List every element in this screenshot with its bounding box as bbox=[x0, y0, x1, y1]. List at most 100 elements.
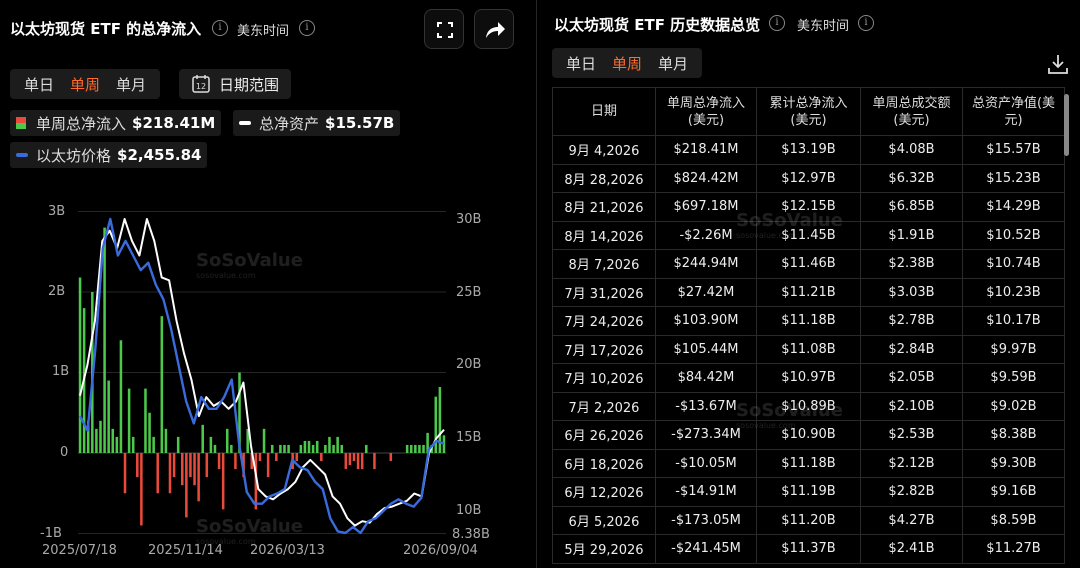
table-row[interactable]: 7月 31,2026 $27.42M $11.21B $3.03B $10.23B bbox=[552, 277, 1065, 307]
inflow-bar bbox=[352, 453, 356, 462]
column-header[interactable]: 累计总净流入 (美元) bbox=[756, 87, 861, 136]
date-cell: 7月 31,2026 bbox=[552, 277, 656, 307]
value-cell: $10.17B bbox=[962, 306, 1065, 336]
timezone-info-icon[interactable]: i bbox=[858, 15, 874, 31]
inflow-bar bbox=[287, 444, 290, 453]
value-cell: -$13.67M bbox=[655, 391, 757, 421]
date-cell: 6月 26,2026 bbox=[552, 420, 656, 450]
inflow-bar bbox=[315, 440, 319, 453]
value-cell: $9.59B bbox=[962, 363, 1065, 393]
table-row[interactable]: 9月 4,2026 $218.41M $13.19B $4.08B $15.57B bbox=[552, 135, 1065, 165]
inflow-chart-panel: 以太坊现货 ETF 的总净流入 美东时间 i i 单日 单周 单月 12 日期范… bbox=[0, 0, 530, 568]
date-cell: 6月 12,2026 bbox=[552, 477, 656, 507]
inflow-bar bbox=[328, 436, 331, 453]
table-row[interactable]: 6月 12,2026 -$14.91M $11.19B $2.82B $9.16B bbox=[552, 477, 1065, 507]
inflow-bar bbox=[311, 444, 315, 453]
value-cell: $11.46B bbox=[756, 249, 861, 279]
inflow-bar bbox=[193, 453, 196, 486]
date-cell: 7月 10,2026 bbox=[552, 363, 656, 393]
inflow-bar bbox=[414, 444, 417, 453]
value-cell: $3.03B bbox=[860, 277, 963, 307]
value-cell: $218.41M bbox=[655, 135, 757, 165]
inflow-bar bbox=[209, 436, 213, 453]
value-cell: $9.30B bbox=[962, 448, 1065, 478]
inflow-bar bbox=[389, 453, 393, 462]
table-row[interactable]: 6月 5,2026 -$173.05M $11.20B $4.27B $8.59B bbox=[552, 505, 1065, 535]
panel-divider bbox=[536, 0, 537, 568]
table-row[interactable]: 7月 24,2026 $103.90M $11.18B $2.78B $10.17B bbox=[552, 306, 1065, 336]
value-cell: $2.10B bbox=[860, 391, 963, 421]
table-row[interactable]: 7月 2,2026 -$13.67M $10.89B $2.10B $9.02B bbox=[552, 391, 1065, 421]
table-row[interactable]: 8月 28,2026 $824.42M $12.97B $6.32B $15.23B bbox=[552, 163, 1065, 193]
scrollbar[interactable] bbox=[1064, 94, 1069, 156]
value-cell: $2.78B bbox=[860, 306, 963, 336]
inflow-bar bbox=[295, 453, 299, 462]
inflow-bar bbox=[164, 428, 168, 453]
table-row[interactable]: 7月 17,2026 $105.44M $11.08B $2.84B $9.97B bbox=[552, 334, 1065, 364]
inflow-bar bbox=[152, 436, 155, 453]
inflow-bar bbox=[185, 453, 188, 518]
value-cell: $10.97B bbox=[756, 363, 861, 393]
value-cell: $11.19B bbox=[756, 477, 861, 507]
inflow-bar bbox=[262, 428, 266, 453]
date-cell: 9月 4,2026 bbox=[552, 135, 656, 165]
table-row[interactable]: 8月 21,2026 $697.18M $12.15B $6.85B $14.29B bbox=[552, 192, 1065, 222]
value-cell: $697.18M bbox=[655, 192, 757, 222]
value-cell: $14.29B bbox=[962, 192, 1065, 222]
table-row[interactable]: 8月 7,2026 $244.94M $11.46B $2.38B $10.74B bbox=[552, 249, 1065, 279]
inflow-bar bbox=[172, 453, 176, 478]
value-cell: $8.59B bbox=[962, 505, 1065, 535]
column-header[interactable]: 单周总成交额 (美元) bbox=[860, 87, 963, 136]
inflow-bar bbox=[422, 444, 425, 453]
inflow-bar bbox=[230, 444, 233, 453]
inflow-bar bbox=[234, 453, 237, 470]
value-cell: $9.02B bbox=[962, 391, 1065, 421]
inflow-bar bbox=[131, 436, 135, 453]
tab-daily[interactable]: 单日 bbox=[558, 53, 604, 74]
info-icon[interactable]: i bbox=[769, 15, 785, 31]
value-cell: $9.97B bbox=[962, 334, 1065, 364]
inflow-chart[interactable] bbox=[0, 0, 530, 568]
inflow-bar bbox=[99, 420, 102, 453]
table-row[interactable]: 8月 14,2026 -$2.26M $11.45B $1.91B $10.52B bbox=[552, 220, 1065, 250]
inflow-bar bbox=[205, 453, 209, 478]
date-cell: 8月 7,2026 bbox=[552, 249, 656, 279]
inflow-bar bbox=[136, 453, 139, 478]
inflow-bar bbox=[364, 444, 368, 453]
value-cell: $11.18B bbox=[756, 306, 861, 336]
column-header[interactable]: 日期 bbox=[552, 87, 656, 136]
value-cell: $11.37B bbox=[756, 534, 861, 564]
tab-monthly[interactable]: 单月 bbox=[650, 53, 696, 74]
history-title: 以太坊现货 ETF 历史数据总览 bbox=[554, 16, 761, 34]
date-cell: 8月 28,2026 bbox=[552, 163, 656, 193]
inflow-bar bbox=[176, 436, 180, 453]
value-cell: $2.12B bbox=[860, 448, 963, 478]
history-table-body: 9月 4,2026 $218.41M $13.19B $4.08B $15.57B 8月 … bbox=[552, 135, 1065, 564]
inflow-bar bbox=[197, 453, 200, 502]
table-row[interactable]: 6月 26,2026 -$273.34M $10.90B $2.53B $8.38B bbox=[552, 420, 1065, 450]
column-header[interactable]: 总资产净值(美 元) bbox=[962, 87, 1065, 136]
timezone-label: 美东时间 bbox=[797, 19, 850, 34]
value-cell: $6.32B bbox=[860, 163, 963, 193]
download-icon[interactable] bbox=[1046, 52, 1070, 76]
inflow-bar bbox=[103, 227, 106, 453]
value-cell: $8.38B bbox=[962, 420, 1065, 450]
table-row[interactable]: 6月 18,2026 -$10.05M $11.18B $2.12B $9.30B bbox=[552, 448, 1065, 478]
value-cell: $824.42M bbox=[655, 163, 757, 193]
inflow-bar bbox=[336, 436, 339, 453]
table-row[interactable]: 5月 29,2026 -$241.45M $11.37B $2.41B $11.27B bbox=[552, 534, 1065, 564]
inflow-bar bbox=[225, 428, 229, 453]
value-cell: $1.91B bbox=[860, 220, 963, 250]
inflow-bar bbox=[180, 453, 184, 486]
history-panel: 以太坊现货 ETF 历史数据总览 i 美东时间 i 单日 单周 单月 日期 单周… bbox=[540, 0, 1080, 568]
value-cell: $11.20B bbox=[756, 505, 861, 535]
table-row[interactable]: 7月 10,2026 $84.42M $10.97B $2.05B $9.59B bbox=[552, 363, 1065, 393]
value-cell: $244.94M bbox=[655, 249, 757, 279]
inflow-bar bbox=[119, 340, 123, 453]
inflow-bar bbox=[418, 444, 421, 453]
value-cell: -$241.45M bbox=[655, 534, 757, 564]
inflow-bar bbox=[344, 453, 348, 470]
inflow-bar bbox=[127, 388, 131, 453]
tab-weekly[interactable]: 单周 bbox=[604, 53, 650, 74]
column-header[interactable]: 单周总净流入 (美元) bbox=[655, 87, 757, 136]
